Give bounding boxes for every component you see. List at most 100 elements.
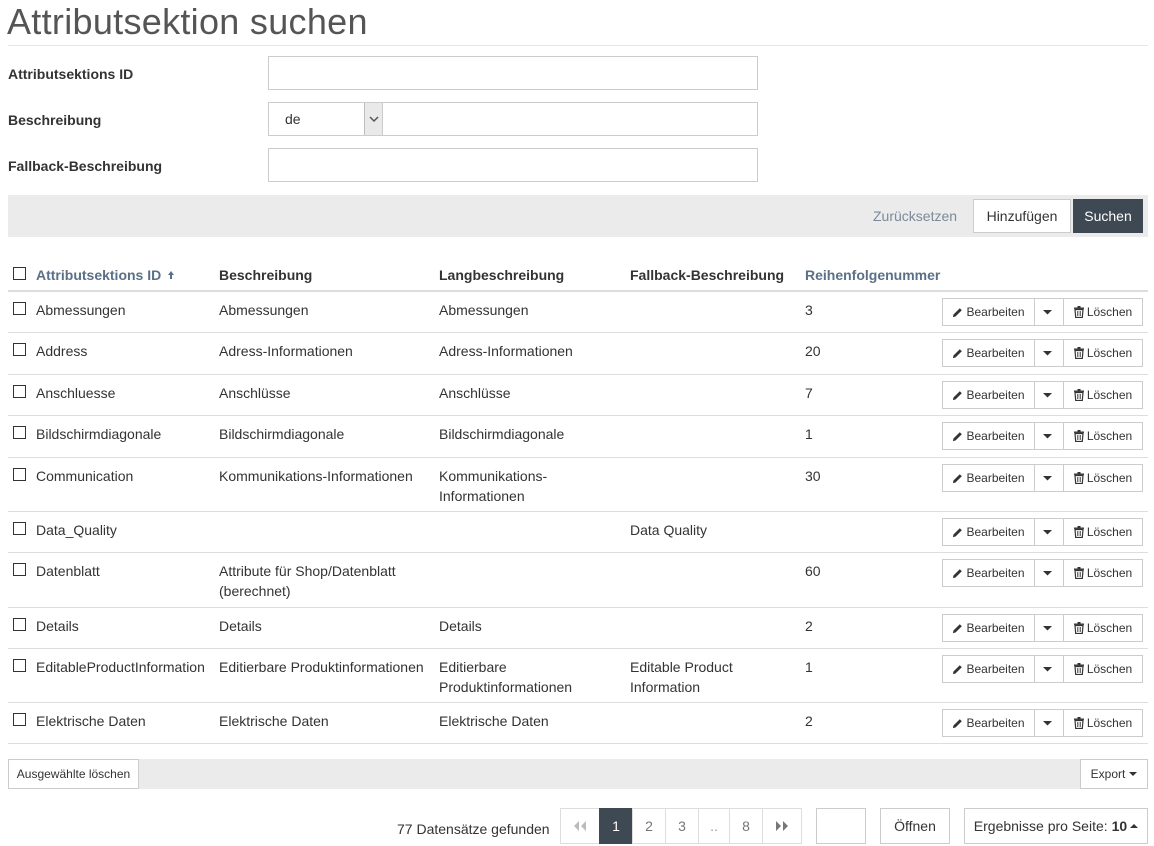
delete-button[interactable]: Löschen (1063, 381, 1143, 409)
edit-button[interactable]: Bearbeiten (942, 518, 1035, 546)
row-checkbox[interactable] (13, 302, 26, 315)
arrow-up-icon (168, 271, 175, 279)
edit-button[interactable]: Bearbeiten (942, 709, 1035, 737)
chevron-down-icon[interactable] (364, 103, 382, 135)
delete-button-label: Löschen (1086, 305, 1133, 319)
page-number-input[interactable] (816, 808, 866, 844)
select-all-checkbox[interactable] (13, 267, 26, 280)
edit-button[interactable]: Bearbeiten (942, 559, 1035, 587)
add-button[interactable]: Hinzufügen (973, 199, 1071, 233)
open-page-button[interactable]: Öffnen (880, 808, 950, 844)
column-header-id[interactable]: Attributsektions ID (36, 267, 175, 283)
caret-down-icon (1043, 434, 1052, 439)
reset-button[interactable]: Zurücksetzen (873, 208, 957, 224)
delete-button[interactable]: Löschen (1063, 518, 1143, 546)
edit-button[interactable]: Bearbeiten (942, 655, 1035, 683)
first-page-button[interactable] (560, 808, 600, 844)
delete-button[interactable]: Löschen (1063, 464, 1143, 492)
pencil-icon (953, 307, 963, 317)
row-checkbox[interactable] (13, 343, 26, 356)
pencil-icon (953, 431, 963, 441)
edit-dropdown-toggle[interactable] (1034, 709, 1064, 737)
edit-dropdown-toggle[interactable] (1034, 381, 1064, 409)
table-row: Data_Quality Data Quality Bearbeiten Lösche… (8, 512, 1148, 553)
edit-dropdown-toggle[interactable] (1034, 518, 1064, 546)
results-per-page-select[interactable]: Ergebnisse pro Seite: 10 (964, 808, 1148, 844)
edit-dropdown-toggle[interactable] (1034, 559, 1064, 587)
attribute-section-id-input[interactable] (268, 56, 758, 90)
column-header-description[interactable]: Beschreibung (219, 267, 312, 283)
trash-icon (1073, 717, 1084, 729)
search-button[interactable]: Suchen (1073, 199, 1143, 233)
caret-down-icon (1043, 530, 1052, 535)
cell-long-description: Anschlüsse (439, 385, 511, 401)
cell-description: Elektrische Daten (219, 713, 329, 729)
column-header-fallback-description[interactable]: Fallback-Beschreibung (630, 267, 784, 283)
row-checkbox[interactable] (13, 468, 26, 481)
caret-down-icon (1043, 626, 1052, 631)
column-header-order-number[interactable]: Reihenfolgenummer (805, 267, 940, 283)
caret-down-icon (1043, 721, 1052, 726)
row-checkbox[interactable] (13, 426, 26, 439)
table-row: Communication Kommunikations-Informatione… (8, 458, 1148, 512)
table-row: Address Adress-Informationen Adress-Inform… (8, 333, 1148, 375)
edit-button[interactable]: Bearbeiten (942, 614, 1035, 642)
cell-description: Adress-Informationen (219, 343, 353, 359)
edit-button[interactable]: Bearbeiten (942, 298, 1035, 326)
delete-button-label: Löschen (1086, 662, 1133, 676)
trash-icon (1073, 567, 1084, 579)
edit-dropdown-toggle[interactable] (1034, 655, 1064, 683)
edit-dropdown-toggle[interactable] (1034, 614, 1064, 642)
export-button[interactable]: Export (1080, 759, 1148, 789)
page-button-1[interactable]: 1 (599, 808, 633, 844)
row-checkbox[interactable] (13, 659, 26, 672)
row-checkbox[interactable] (13, 618, 26, 631)
search-toolbar: Zurücksetzen Hinzufügen Suchen (8, 195, 1148, 237)
edit-button-label: Bearbeiten (966, 662, 1025, 676)
edit-button[interactable]: Bearbeiten (942, 422, 1035, 450)
row-actions: Bearbeiten Löschen (942, 339, 1144, 367)
row-checkbox[interactable] (13, 713, 26, 726)
row-checkbox[interactable] (13, 522, 26, 535)
delete-button-label: Löschen (1086, 716, 1133, 730)
delete-button[interactable]: Löschen (1063, 614, 1143, 642)
cell-order-number: 1 (805, 659, 813, 675)
cell-long-description: Editierbare Produktinformationen (439, 659, 573, 695)
column-header-long-description[interactable]: Langbeschreibung (439, 267, 564, 283)
edit-dropdown-toggle[interactable] (1034, 339, 1064, 367)
delete-button-label: Löschen (1086, 621, 1133, 635)
edit-dropdown-toggle[interactable] (1034, 422, 1064, 450)
edit-button[interactable]: Bearbeiten (942, 464, 1035, 492)
edit-button[interactable]: Bearbeiten (942, 381, 1035, 409)
edit-button-label: Bearbeiten (966, 346, 1025, 360)
delete-button[interactable]: Löschen (1063, 655, 1143, 683)
trash-icon (1073, 663, 1084, 675)
row-checkbox[interactable] (13, 385, 26, 398)
row-checkbox[interactable] (13, 563, 26, 576)
cell-description: Anschlüsse (219, 385, 291, 401)
page-button-3[interactable]: 3 (665, 808, 699, 844)
delete-button[interactable]: Löschen (1063, 422, 1143, 450)
fallback-description-input[interactable] (268, 148, 758, 182)
cell-long-description: Details (439, 618, 482, 634)
delete-selected-button[interactable]: Ausgewählte löschen (8, 759, 139, 789)
delete-button[interactable]: Löschen (1063, 339, 1143, 367)
delete-button[interactable]: Löschen (1063, 559, 1143, 587)
table-row: Details Details Details 2 Bearbeiten Löschen (8, 608, 1148, 649)
edit-button[interactable]: Bearbeiten (942, 339, 1035, 367)
page-button-8[interactable]: 8 (729, 808, 763, 844)
cell-id: Address (36, 343, 88, 359)
description-input[interactable] (383, 102, 758, 136)
cell-order-number: 60 (805, 563, 821, 579)
delete-button[interactable]: Löschen (1063, 298, 1143, 326)
last-page-button[interactable] (762, 808, 802, 844)
page-button-2[interactable]: 2 (632, 808, 666, 844)
language-select[interactable]: de (268, 102, 383, 136)
delete-button[interactable]: Löschen (1063, 709, 1143, 737)
edit-dropdown-toggle[interactable] (1034, 298, 1064, 326)
column-header-id-label: Attributsektions ID (36, 267, 162, 283)
edit-dropdown-toggle[interactable] (1034, 464, 1064, 492)
row-actions: Bearbeiten Löschen (942, 381, 1144, 409)
language-select-value: de (285, 111, 301, 127)
attribute-section-id-label: Attributsektions ID (8, 66, 134, 82)
